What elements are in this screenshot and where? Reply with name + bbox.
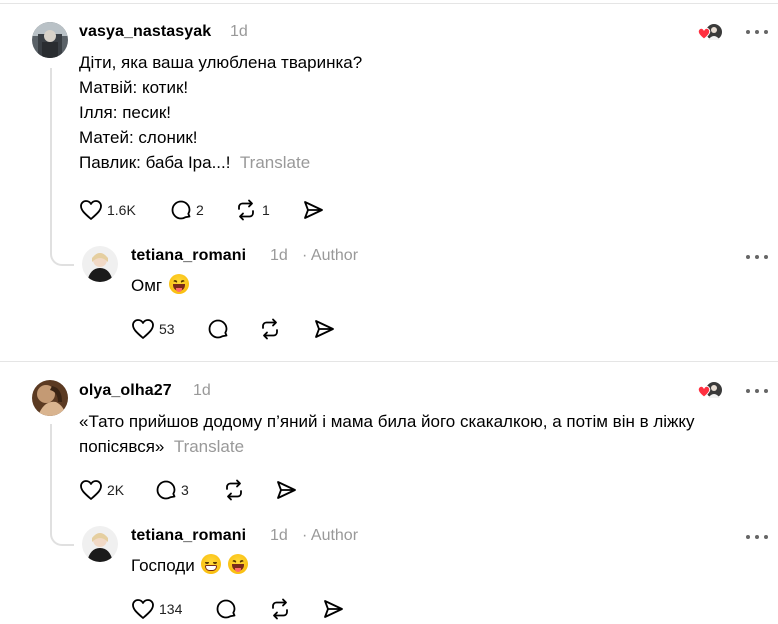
repost-icon bbox=[238, 199, 254, 221]
send-icon bbox=[277, 481, 296, 499]
post-body: «Тато прийшов додому п’яний і мама била … bbox=[79, 409, 695, 459]
squinting-tongue-emoji bbox=[168, 274, 189, 294]
post-line: Матвій: котик! bbox=[79, 78, 189, 97]
speech-bubble-icon bbox=[216, 599, 236, 619]
more-options-icon[interactable] bbox=[746, 530, 768, 544]
post-line: Ілля: песик! bbox=[79, 103, 172, 122]
post-line: Матей: слоник! bbox=[79, 128, 198, 147]
reply-button[interactable]: 2 bbox=[170, 199, 204, 221]
share-button[interactable] bbox=[275, 479, 297, 501]
post-line-last: попісявся» Translate bbox=[79, 434, 695, 459]
translate-link[interactable]: Translate bbox=[240, 153, 310, 172]
reply-button[interactable]: 3 bbox=[155, 479, 189, 501]
liked-by-author-icon bbox=[697, 22, 722, 44]
post-line: Павлик: баба Іра...! bbox=[79, 153, 231, 172]
more-options-icon[interactable] bbox=[746, 250, 768, 264]
reply-button[interactable] bbox=[215, 598, 237, 620]
thread-2: olya_olha27 1d «Тато прийшов додому п’ян… bbox=[0, 362, 778, 624]
thread-connector-line bbox=[50, 68, 74, 266]
reply-time: 1d bbox=[270, 527, 288, 544]
avatar[interactable] bbox=[32, 380, 68, 416]
post-line: попісявся» bbox=[79, 437, 165, 456]
profile-photo-icon bbox=[82, 526, 118, 562]
post-line-last: Павлик: баба Іра...! Translate bbox=[79, 150, 362, 175]
heart-icon bbox=[80, 480, 102, 500]
reply-text: Омг bbox=[131, 276, 163, 295]
repost-icon bbox=[272, 598, 288, 620]
repost-button[interactable] bbox=[268, 598, 292, 620]
share-button[interactable] bbox=[322, 598, 344, 620]
like-count: 134 bbox=[159, 601, 183, 617]
profile-photo-icon bbox=[32, 380, 68, 416]
thread-connector-line bbox=[50, 424, 74, 546]
repost-button[interactable] bbox=[222, 479, 246, 501]
avatar[interactable] bbox=[82, 246, 118, 282]
like-button[interactable]: 134 bbox=[131, 598, 182, 620]
reply-text: Господи bbox=[131, 556, 195, 575]
reply-time: 1d bbox=[270, 247, 288, 264]
more-options-icon[interactable] bbox=[746, 384, 768, 398]
reply-count: 2 bbox=[196, 202, 204, 218]
repost-button[interactable] bbox=[258, 318, 282, 340]
like-count: 1.6K bbox=[107, 202, 136, 218]
speech-bubble-icon bbox=[208, 319, 228, 339]
post-time: 1d bbox=[230, 23, 248, 40]
post-time: 1d bbox=[193, 382, 211, 399]
squinting-tongue-emoji bbox=[228, 554, 249, 574]
reply-username[interactable]: tetiana_romani bbox=[131, 247, 246, 265]
reply-count: 3 bbox=[181, 482, 189, 498]
reply-body: Омг bbox=[131, 273, 189, 298]
profile-photo-icon bbox=[82, 246, 118, 282]
post-line: Діти, яка ваша улюблена тваринка? bbox=[79, 53, 363, 72]
reply-body: Господи bbox=[131, 553, 249, 578]
speech-bubble-icon bbox=[156, 480, 176, 500]
repost-count: 1 bbox=[262, 202, 270, 218]
send-icon bbox=[315, 320, 334, 338]
send-icon bbox=[304, 201, 323, 219]
repost-button[interactable]: 1 bbox=[234, 199, 270, 221]
like-button[interactable]: 1.6K bbox=[79, 199, 136, 221]
share-button[interactable] bbox=[302, 199, 324, 221]
reply-username[interactable]: tetiana_romani bbox=[131, 527, 246, 545]
author-label: · Author bbox=[302, 247, 359, 264]
more-options-icon[interactable] bbox=[746, 25, 768, 39]
share-button[interactable] bbox=[313, 318, 335, 340]
like-count: 53 bbox=[159, 321, 175, 337]
repost-icon bbox=[226, 479, 242, 501]
heart-icon bbox=[132, 599, 154, 619]
author-label: · Author bbox=[302, 527, 359, 544]
avatar[interactable] bbox=[32, 22, 68, 58]
post-line: «Тато прийшов додому п’яний і мама била … bbox=[79, 412, 695, 431]
like-button[interactable]: 53 bbox=[131, 318, 175, 340]
post-body: Діти, яка ваша улюблена тваринка? Матвій… bbox=[79, 50, 362, 175]
liked-by-author-icon bbox=[697, 380, 722, 402]
heart-icon bbox=[80, 200, 102, 220]
grimacing-emoji bbox=[201, 554, 222, 574]
profile-photo-icon bbox=[32, 22, 68, 58]
heart-icon bbox=[132, 319, 154, 339]
like-count: 2K bbox=[107, 482, 125, 498]
thread-1: vasya_nastasyak 1d Діти, яка ваша улюбле… bbox=[0, 0, 778, 360]
translate-link[interactable]: Translate bbox=[174, 437, 244, 456]
speech-bubble-icon bbox=[171, 200, 191, 220]
send-icon bbox=[324, 600, 343, 618]
reply-button[interactable] bbox=[207, 318, 229, 340]
like-button[interactable]: 2K bbox=[79, 479, 124, 501]
repost-icon bbox=[262, 318, 278, 340]
post-username[interactable]: vasya_nastasyak bbox=[79, 23, 211, 41]
post-username[interactable]: olya_olha27 bbox=[79, 382, 172, 400]
avatar[interactable] bbox=[82, 526, 118, 562]
